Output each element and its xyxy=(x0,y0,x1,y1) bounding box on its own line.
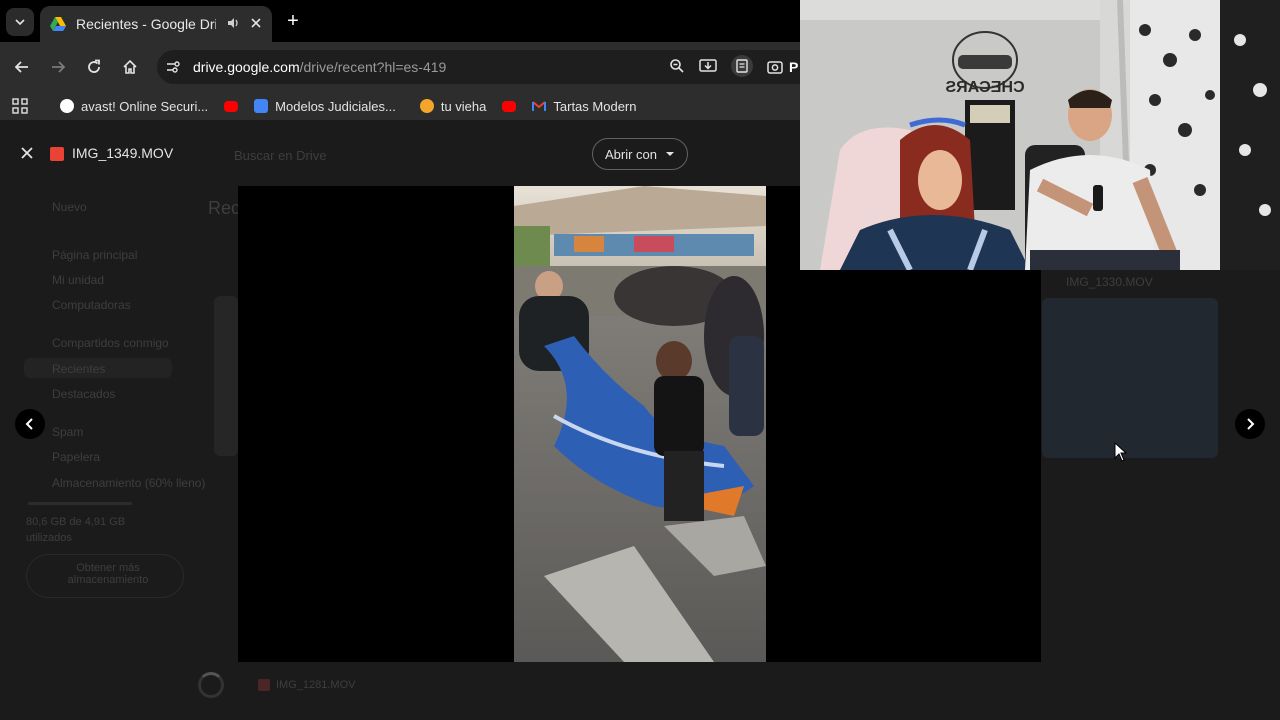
new-tab-button[interactable]: + xyxy=(282,10,304,32)
nav-item-storage: Almacenamiento (60% lleno) xyxy=(52,476,206,490)
face-icon xyxy=(419,99,434,113)
loading-spinner xyxy=(198,672,224,698)
nav-item-spam: Spam xyxy=(52,425,84,439)
home-icon xyxy=(123,59,137,74)
bookmark-label: tu vieha xyxy=(440,98,487,114)
caret-down-icon xyxy=(666,152,675,156)
new-button-label: Nuevo xyxy=(52,200,87,214)
docs-icon xyxy=(254,99,269,113)
extension-label: P xyxy=(789,59,799,75)
storage-bar xyxy=(28,502,132,505)
svg-text:CHECARS: CHECARS xyxy=(945,79,1024,96)
omnibox-actions: P xyxy=(669,55,798,77)
bookmarks-bar: avast! Online Securi... Modelos Judicial… xyxy=(0,92,800,120)
address-bar[interactable]: drive.google.com/drive/recent?hl=es-419 … xyxy=(157,50,817,84)
google-drive-icon xyxy=(50,17,66,31)
url-host: drive.google.com xyxy=(193,59,300,75)
bookmark-tartas[interactable]: Tartas Modern xyxy=(524,94,644,118)
url-path: /drive/recent?hl=es-419 xyxy=(299,59,447,75)
nav-item-computers: Computadoras xyxy=(52,298,131,312)
nav-item-trash: Papelera xyxy=(52,450,101,464)
nav-item-my-drive: Mi unidad xyxy=(52,273,105,287)
tab-drive[interactable]: Recientes - Google Drive xyxy=(40,6,272,42)
nav-item-shared: Compartidos conmigo xyxy=(52,336,169,350)
apps-button[interactable] xyxy=(12,94,36,118)
close-viewer-button[interactable] xyxy=(16,143,38,165)
navigation-bar: drive.google.com/drive/recent?hl=es-419 … xyxy=(0,42,817,92)
mouse-cursor xyxy=(1114,441,1128,467)
next-file-button[interactable] xyxy=(1235,409,1265,439)
open-with-button[interactable]: Abrir con xyxy=(592,138,689,170)
cursor-arrow-icon xyxy=(1114,441,1128,462)
arrow-left-icon xyxy=(14,61,28,73)
camera-search-icon xyxy=(767,61,783,74)
reload-icon xyxy=(88,59,100,73)
video-file-icon xyxy=(258,679,270,691)
bookmark-youtube-2[interactable] xyxy=(494,94,524,118)
nav-item-recent: Recientes xyxy=(52,362,106,376)
chevron-right-icon xyxy=(1247,418,1255,430)
video-frame[interactable] xyxy=(514,186,766,662)
speaker-icon[interactable] xyxy=(226,16,240,33)
chevron-down-icon xyxy=(15,19,25,26)
reading-mode-button[interactable] xyxy=(731,55,753,77)
forward-button[interactable] xyxy=(46,55,70,79)
reload-button[interactable] xyxy=(82,55,106,79)
bookmark-label: Modelos Judiciales... xyxy=(275,98,396,114)
video-file-icon xyxy=(50,147,64,161)
tab-strip: Recientes - Google Drive + xyxy=(0,0,800,42)
chevron-left-icon xyxy=(25,418,33,430)
document-icon xyxy=(736,59,748,73)
gmail-icon xyxy=(532,101,547,111)
back-button[interactable] xyxy=(10,55,34,79)
tab-search-button[interactable] xyxy=(6,8,34,36)
close-icon[interactable] xyxy=(250,17,262,32)
previous-file-button[interactable] xyxy=(15,409,45,439)
site-info-icon[interactable] xyxy=(165,59,181,78)
youtube-icon xyxy=(224,100,239,112)
bottom-file-row: IMG_1281.MOV xyxy=(258,679,355,691)
home-button[interactable] xyxy=(118,55,142,79)
bookmark-youtube-1[interactable] xyxy=(216,94,246,118)
bookmark-tu-vieha[interactable]: tu vieha xyxy=(412,94,495,118)
install-app-icon[interactable] xyxy=(699,58,717,74)
bookmark-avast[interactable]: avast! Online Securi... xyxy=(52,94,216,118)
storage-text: 80,6 GB de 4,91 GB utilizados xyxy=(26,516,126,544)
bookmark-modelos[interactable]: Modelos Judiciales... xyxy=(246,94,404,118)
get-storage-label: Obtener más almacenamiento xyxy=(67,562,149,586)
webcam-overlay: CHECARS xyxy=(800,0,1280,270)
bookmark-label: avast! Online Securi... xyxy=(81,98,209,114)
webcam-image: CHECARS xyxy=(800,0,1280,270)
nav-item-home: Página principal xyxy=(52,248,138,262)
extension-button[interactable]: P xyxy=(767,58,798,76)
thumb-left xyxy=(214,296,238,456)
thumb-right xyxy=(1042,298,1218,458)
open-with-label: Abrir con xyxy=(605,146,658,162)
right-file-name: IMG_1330.MOV xyxy=(1066,275,1153,289)
nav-item-starred: Destacados xyxy=(52,387,116,401)
avast-icon xyxy=(60,99,74,113)
file-name: IMG_1349.MOV xyxy=(72,145,174,161)
video-still-image xyxy=(514,186,766,662)
close-icon xyxy=(21,147,33,159)
arrow-right-icon xyxy=(52,61,66,73)
youtube-icon xyxy=(502,100,517,112)
zoom-icon[interactable] xyxy=(669,58,685,74)
apps-grid-icon xyxy=(12,98,28,114)
bookmark-label: Tartas Modern xyxy=(553,98,637,114)
bottom-file-name: IMG_1281.MOV xyxy=(276,679,356,691)
tab-title: Recientes - Google Drive xyxy=(76,16,216,32)
